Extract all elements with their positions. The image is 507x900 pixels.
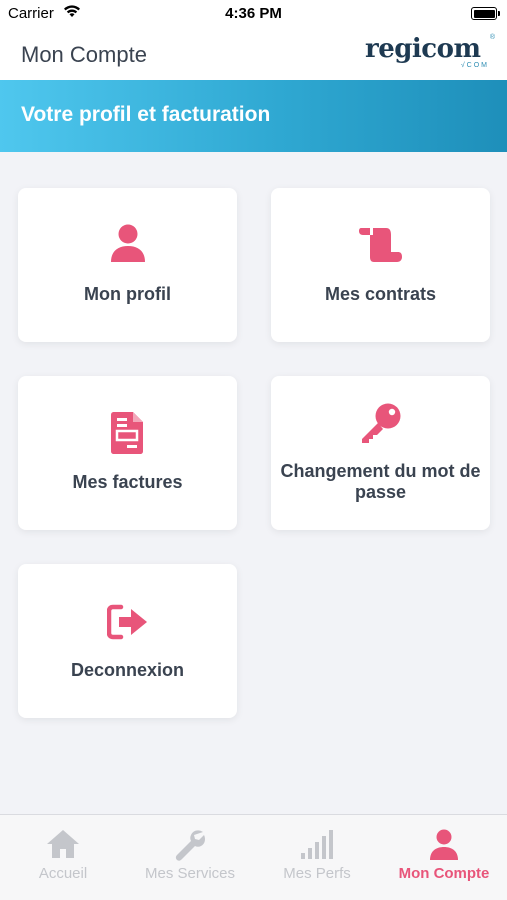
- logo-text: regicom: [365, 34, 481, 64]
- section-banner: Votre profil et facturation: [0, 80, 507, 152]
- card-label: Mes factures: [72, 472, 183, 492]
- tab-label: Mes Services: [144, 865, 236, 882]
- card-deconnexion[interactable]: Deconnexion: [18, 564, 237, 718]
- tab-accueil[interactable]: Accueil: [0, 815, 126, 900]
- card-mes-factures[interactable]: Mes factures: [18, 376, 237, 530]
- tab-mes-perfs[interactable]: Mes Perfs: [254, 815, 380, 900]
- card-label: Changement du mot de passe: [280, 461, 481, 502]
- banner-title: Votre profil et facturation: [21, 103, 271, 126]
- scroll-icon: [271, 226, 490, 264]
- battery-icon: [471, 7, 500, 20]
- tab-mon-compte[interactable]: Mon Compte: [381, 815, 507, 900]
- invoice-icon: [18, 412, 237, 454]
- logo-tagline: √COM: [460, 62, 489, 69]
- page-title: Mon Compte: [21, 42, 147, 67]
- tab-bar: Accueil Mes Services Mes Perfs Mon Compt…: [0, 814, 507, 900]
- tab-label: Accueil: [38, 865, 88, 882]
- card-mes-contrats[interactable]: Mes contrats: [271, 188, 490, 342]
- person-icon: [18, 224, 237, 264]
- clock: 4:36 PM: [225, 5, 282, 22]
- person-icon: [381, 829, 507, 861]
- home-icon: [0, 829, 126, 859]
- logo-registered-mark: ®: [489, 34, 495, 41]
- status-bar: Carrier 4:36 PM: [0, 0, 507, 28]
- signal-bars-icon: [254, 829, 380, 859]
- logout-icon: [18, 604, 237, 640]
- card-changement-mot-de-passe[interactable]: Changement du mot de passe: [271, 376, 490, 530]
- card-label: Mes contrats: [324, 284, 437, 304]
- tab-label: Mes Perfs: [283, 865, 351, 882]
- card-mon-profil[interactable]: Mon profil: [18, 188, 237, 342]
- tab-mes-services[interactable]: Mes Services: [127, 815, 253, 900]
- wrench-icon: [127, 829, 253, 861]
- card-label: Mon profil: [84, 284, 171, 304]
- nav-bar: Mon Compte regicom ® √COM: [0, 28, 507, 80]
- tab-label: Mon Compte: [398, 865, 490, 882]
- key-icon: [271, 402, 490, 444]
- card-label: Deconnexion: [70, 660, 185, 680]
- regicom-logo: regicom ® √COM: [365, 34, 495, 74]
